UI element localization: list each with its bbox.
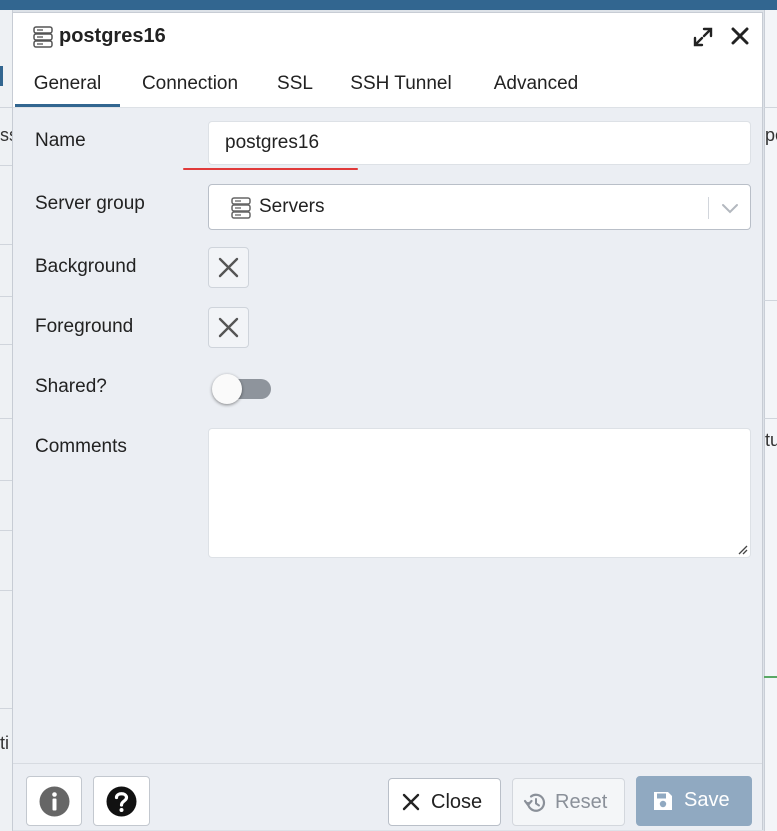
tab-advanced[interactable]: Advanced (481, 61, 591, 107)
save-button-label: Save (684, 789, 730, 811)
foreground-label: Foreground (35, 316, 134, 337)
name-label: Name (35, 130, 86, 151)
select-separator (708, 197, 709, 219)
server-group-icon (231, 197, 251, 219)
dialog-footer: Close Reset Save (13, 763, 762, 830)
tab-ssl[interactable]: SSL (269, 61, 321, 107)
divider (0, 530, 12, 531)
info-button[interactable] (26, 776, 82, 826)
divider (764, 300, 777, 301)
background-text: tu (765, 430, 777, 450)
reset-button[interactable]: Reset (512, 778, 625, 826)
reset-button-label: Reset (555, 791, 608, 813)
close-icon[interactable] (731, 27, 749, 45)
chevron-down-icon[interactable] (719, 199, 741, 217)
background-color-picker[interactable] (208, 247, 249, 288)
background-tab-accent (0, 66, 3, 86)
comments-textarea[interactable] (208, 428, 751, 558)
foreground-color-picker[interactable] (208, 307, 249, 348)
dialog-title: postgres16 (59, 25, 166, 47)
divider (0, 165, 12, 166)
expand-icon[interactable] (693, 27, 713, 47)
clear-color-icon (218, 317, 239, 338)
divider (0, 107, 12, 108)
dialog-titlebar[interactable]: postgres16 (13, 13, 762, 62)
server-group-select[interactable]: Servers (208, 184, 751, 230)
divider (0, 708, 12, 709)
divider (0, 296, 12, 297)
server-properties-dialog: postgres16 General Connection SSL SSH Tu… (12, 12, 763, 830)
clear-color-icon (218, 257, 239, 278)
reset-icon (523, 793, 546, 812)
shared-toggle-knob[interactable] (212, 374, 242, 404)
server-group-label: Server group (35, 193, 145, 214)
divider (0, 344, 12, 345)
tab-connection[interactable]: Connection (125, 61, 255, 107)
background-graph-line (764, 676, 777, 678)
spellcheck-underline (183, 168, 358, 170)
resize-handle-icon[interactable] (737, 544, 748, 555)
background-label: Background (35, 256, 137, 277)
server-group-value: Servers (259, 196, 325, 217)
shared-label: Shared? (35, 376, 107, 397)
background-text: ti (0, 733, 9, 753)
background-text: pe (765, 125, 777, 145)
background-text: ss (0, 125, 12, 145)
name-input[interactable] (208, 121, 751, 165)
help-button[interactable] (93, 776, 150, 826)
divider (764, 418, 777, 419)
comments-label: Comments (35, 436, 127, 457)
tab-general[interactable]: General (15, 61, 120, 107)
server-icon (33, 26, 53, 48)
divider (0, 418, 12, 419)
floppy-disk-icon (654, 792, 672, 810)
app-header-bar (0, 0, 777, 10)
divider (0, 480, 12, 481)
close-icon (402, 793, 420, 811)
tab-bar: General Connection SSL SSH Tunnel Advanc… (13, 61, 762, 108)
info-icon (39, 786, 70, 817)
tab-ssh-tunnel[interactable]: SSH Tunnel (339, 61, 463, 107)
divider (764, 107, 777, 108)
help-icon (106, 786, 137, 817)
close-button[interactable]: Close (388, 778, 501, 826)
save-button[interactable]: Save (636, 776, 752, 826)
close-button-label: Close (431, 791, 483, 813)
divider (0, 244, 12, 245)
divider (0, 590, 12, 591)
